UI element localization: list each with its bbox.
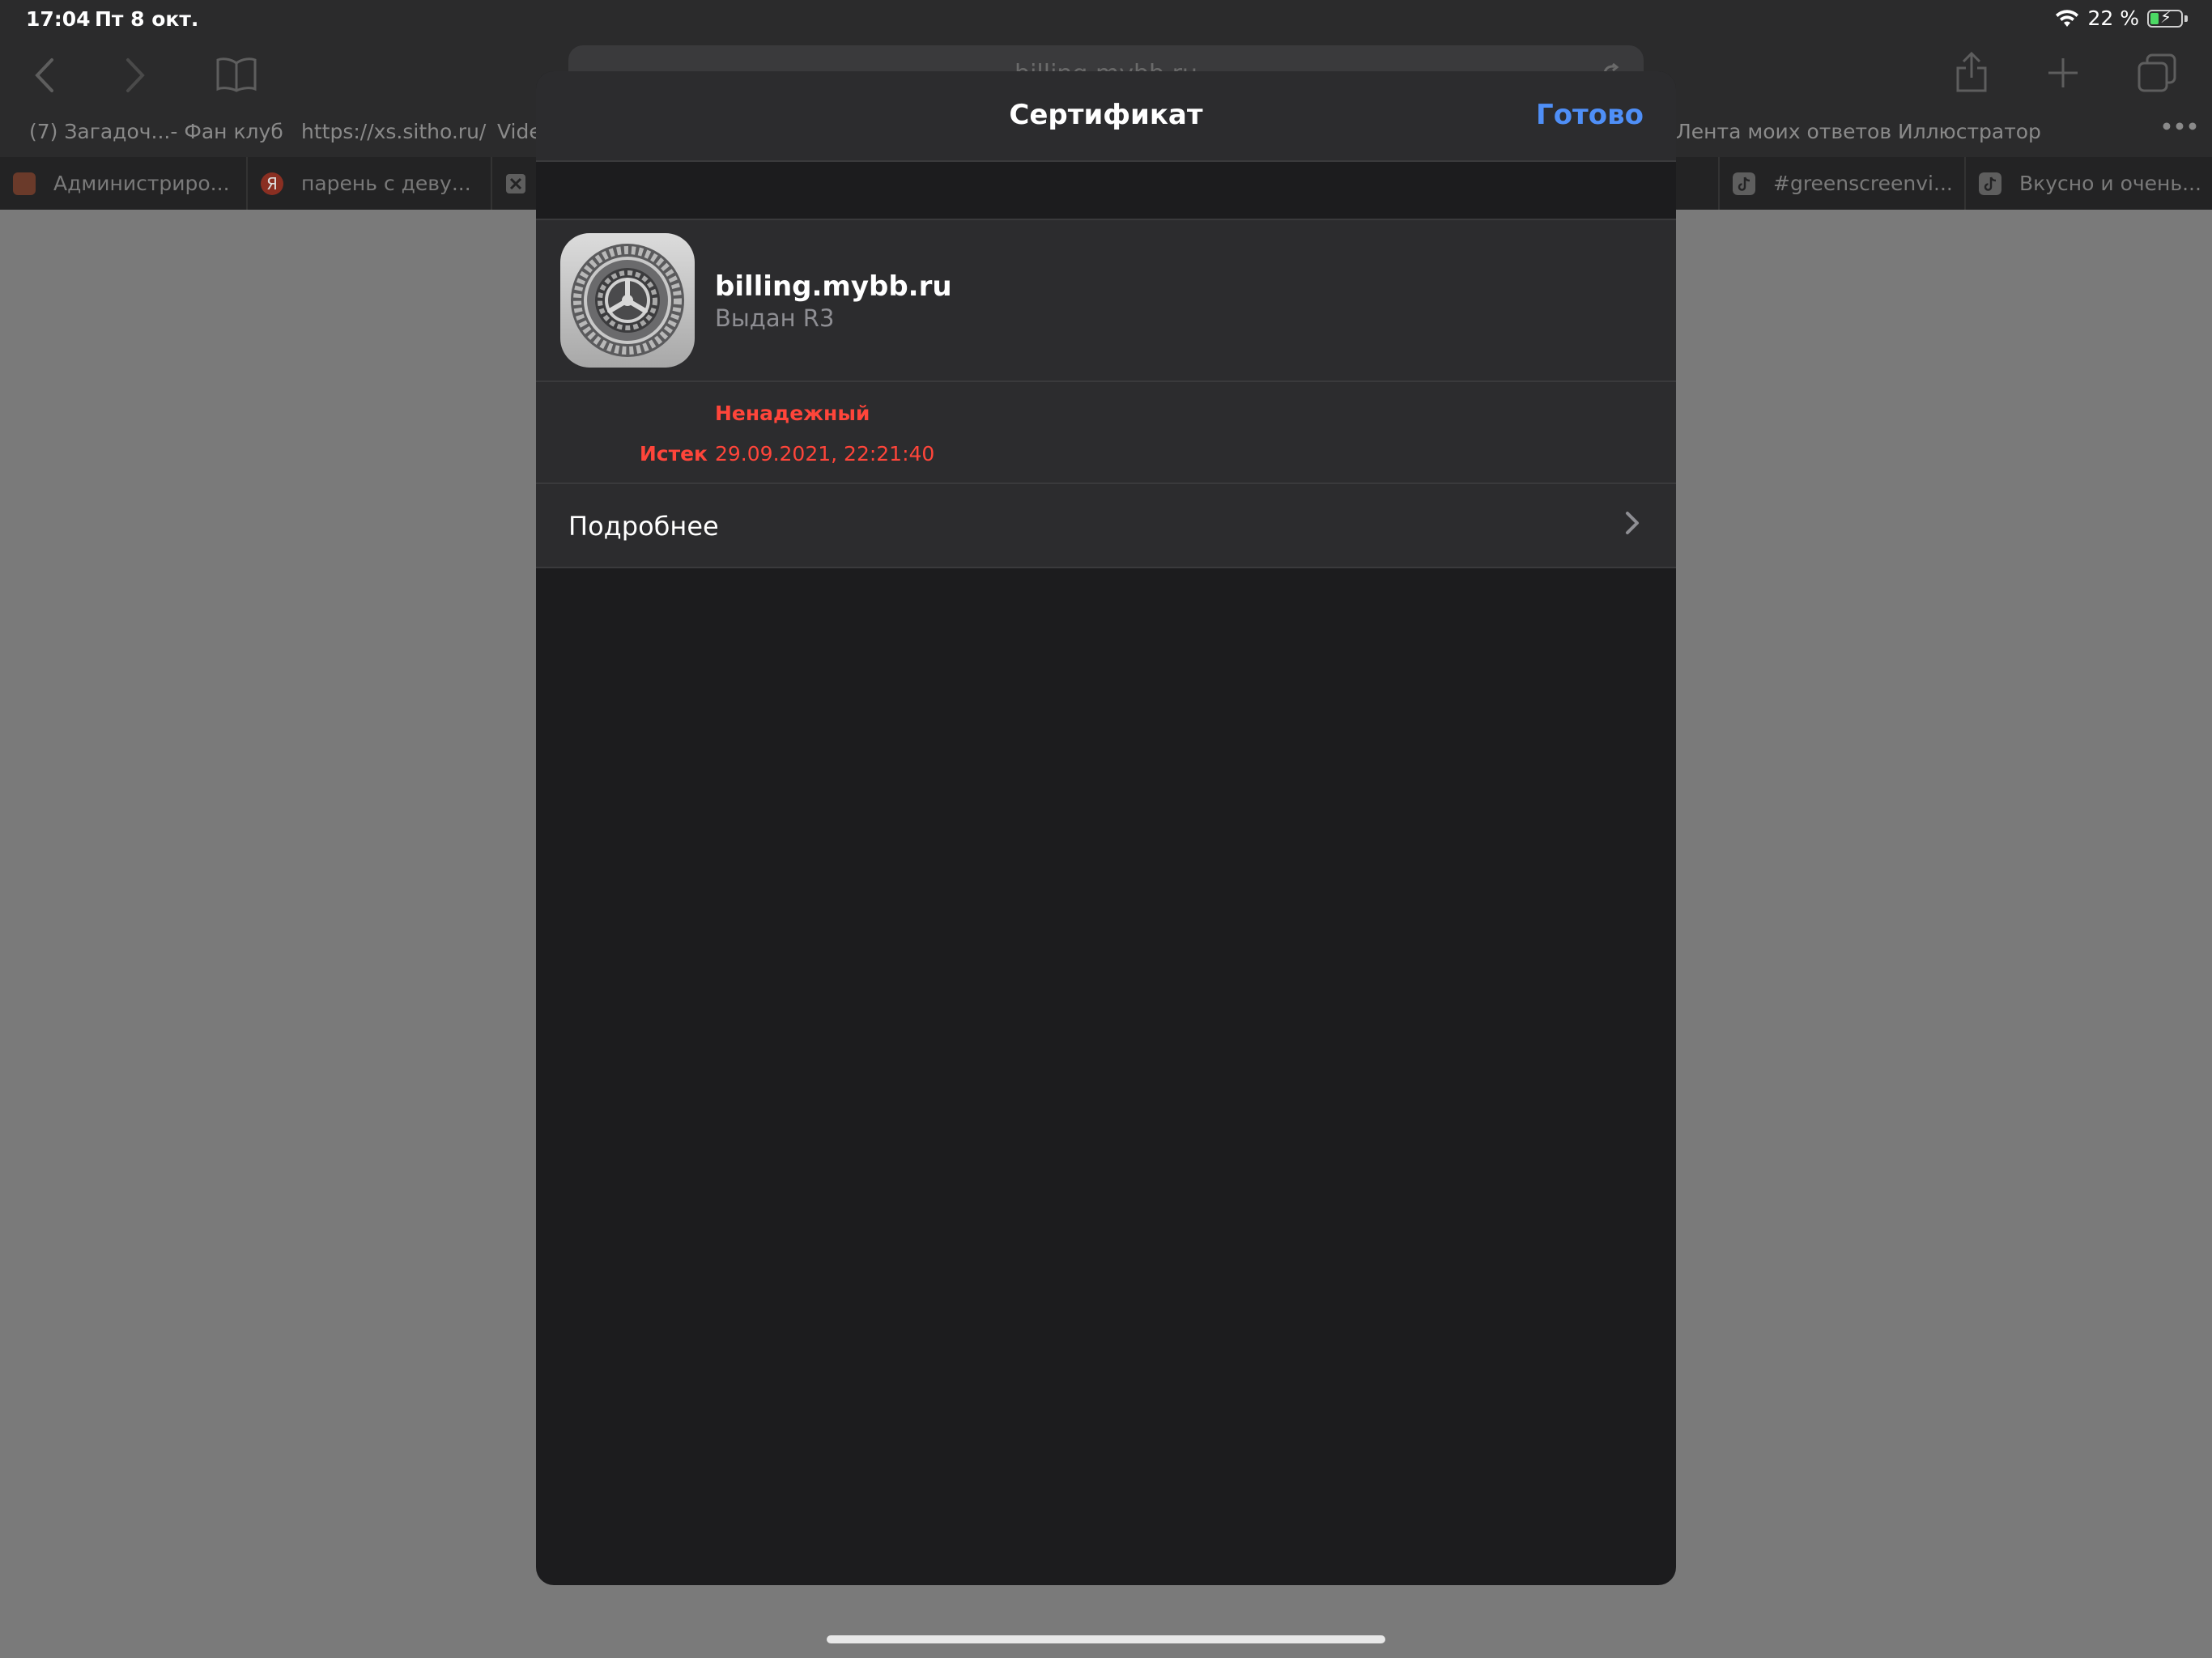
more-details-label: Подробнее (568, 511, 719, 542)
yandex-icon: Я (261, 172, 283, 195)
chevron-right-icon (1626, 512, 1639, 534)
expired-label: Истек (639, 442, 708, 466)
sheet-title: Сертификат (1009, 99, 1203, 131)
certificate-name: billing.mybb.ru (715, 270, 952, 303)
tiktok-icon (1733, 172, 1755, 195)
tiktok-icon (1979, 172, 2001, 195)
bookmark-item[interactable]: Иллюстратор (1898, 120, 2041, 143)
close-icon[interactable] (505, 173, 526, 194)
tab-title: Администриро... (53, 172, 230, 195)
battery-level (2150, 12, 2159, 24)
chevron-left-icon[interactable] (32, 57, 57, 94)
certificate-sheet: Сертификат Готово billing.mybb.ru Выдан … (536, 71, 1676, 1585)
more-details-row[interactable]: Подробнее (536, 484, 1676, 568)
screen: 17:04 Пт 8 окт. 22 % ⚡ (7) Загадоч...- Ф… (0, 0, 2212, 1658)
gear-icon (560, 233, 695, 368)
plus-icon[interactable] (2047, 57, 2079, 89)
more-bookmarks-icon[interactable]: ••• (2160, 115, 2199, 138)
charging-bolt-icon: ⚡ (2160, 6, 2172, 27)
share-icon[interactable] (1955, 50, 1989, 94)
bookmark-item[interactable]: (7) Загадоч...- Фан клуб (29, 120, 283, 143)
done-button[interactable]: Готово (1536, 99, 1644, 131)
sheet-header: Сертификат Готово (536, 71, 1676, 162)
tab-item[interactable]: Вкусно и очень... (1966, 157, 2212, 210)
certificate-summary: billing.mybb.ru Выдан R3 (536, 220, 1676, 382)
status-bar: 17:04 Пт 8 окт. 22 % ⚡ (0, 0, 2212, 39)
certificate-issuer: Выдан R3 (715, 304, 835, 332)
chevron-right-icon[interactable] (123, 57, 147, 94)
battery-percent: 22 % (2087, 6, 2139, 30)
wifi-icon (2056, 9, 2079, 27)
status-right: 22 % ⚡ (2055, 6, 2188, 30)
tab-close-icon[interactable] (492, 157, 541, 210)
trust-status: Ненадежный (715, 402, 870, 425)
tab-favicon (13, 172, 36, 195)
status-time: 17:04 (26, 7, 91, 31)
tab-title: Вкусно и очень... (2019, 172, 2201, 195)
tab-title: #greenscreenvi... (1773, 172, 1953, 195)
expired-value: 29.09.2021, 22:21:40 (715, 442, 935, 466)
bookmark-item[interactable]: Лента моих ответов (1676, 120, 1891, 143)
bookmark-item[interactable]: https://xs.sitho.ru/ (301, 120, 486, 143)
section-gap (536, 162, 1676, 219)
tabs-icon[interactable] (2138, 53, 2176, 92)
tab-item[interactable]: Я парень с деву... (248, 157, 492, 210)
tab-item[interactable]: #greenscreenvi... (1718, 157, 1966, 210)
trust-status-block: Ненадежный Истек 29.09.2021, 22:21:40 (536, 382, 1676, 484)
bookmark-item[interactable]: Vide (497, 120, 542, 143)
tab-title: парень с деву... (301, 172, 471, 195)
home-indicator[interactable] (827, 1635, 1385, 1643)
book-icon[interactable] (215, 57, 257, 92)
certificate-card: billing.mybb.ru Выдан R3 Ненадежный Исте… (536, 219, 1676, 568)
status-date: Пт 8 окт. (95, 7, 199, 31)
battery-cap (2184, 15, 2188, 22)
battery-icon: ⚡ (2147, 6, 2183, 28)
tab-item[interactable]: Администриро... (0, 157, 248, 210)
